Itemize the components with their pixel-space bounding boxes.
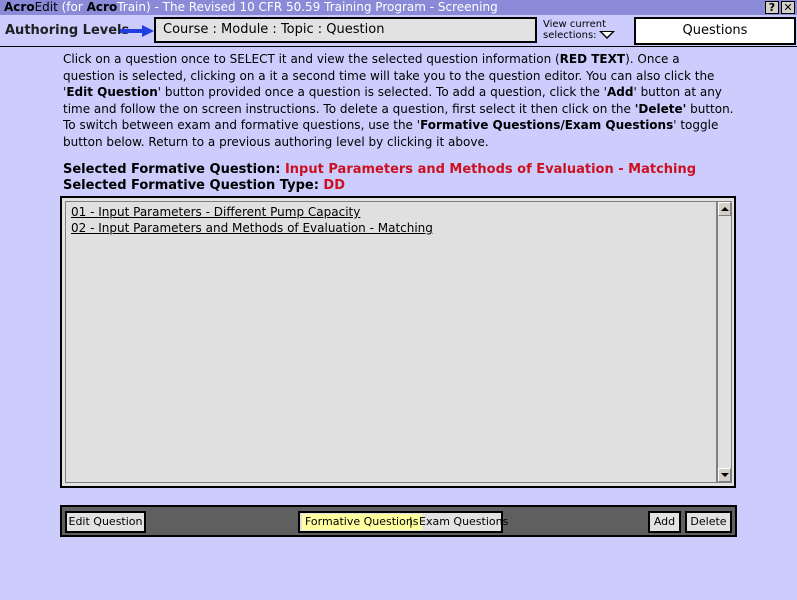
help-icon[interactable]: ? (765, 1, 779, 14)
app-for-open: (for (57, 0, 87, 14)
current-level-box: Questions (634, 17, 796, 45)
app-name-bold: Acro (4, 0, 35, 14)
product-name-rest: Train) (117, 0, 151, 14)
formative-questions-toggle[interactable]: Formative Questions (302, 514, 422, 530)
program-title: - The Revised 10 CFR 50.59 Training Prog… (150, 0, 498, 14)
view-current-selections[interactable]: View current selections: (543, 19, 615, 41)
authoring-levels-bar: Authoring Levels Course : Module : Topic… (0, 15, 797, 47)
toggle-separator: | (409, 515, 413, 528)
instructions-part1: Click on a question once to SELECT it an… (63, 52, 560, 66)
arrow-right-icon (120, 25, 154, 37)
authoring-levels-label: Authoring Levels (5, 23, 130, 38)
list-item[interactable]: 01 - Input Parameters - Different Pump C… (71, 205, 360, 219)
view-current-line2: selections: (543, 30, 597, 41)
questions-list: 01 - Input Parameters - Different Pump C… (65, 201, 717, 483)
breadcrumb[interactable]: Course : Module : Topic : Question (154, 17, 537, 43)
scroll-down-icon[interactable] (718, 468, 731, 482)
view-current-line1: View current (543, 19, 606, 30)
selected-question-value: Input Parameters and Methods of Evaluati… (284, 162, 697, 177)
instructions-delete: 'Delete' (634, 101, 687, 116)
app-name-rest: Edit (34, 0, 58, 14)
instructions-red-text: RED TEXT (559, 52, 626, 66)
instructions-text: Click on a question once to SELECT it an… (63, 51, 735, 150)
instructions-edit-question: Edit Question (66, 85, 158, 99)
scrollbar[interactable] (717, 201, 732, 483)
edit-question-button[interactable]: Edit Question (65, 511, 146, 533)
question-type-toggle[interactable]: Formative Questions | Exam Questions (298, 511, 508, 533)
instructions-part3: ' button provided once a question is sel… (157, 85, 607, 99)
exam-questions-toggle[interactable]: Exam Questions (419, 513, 508, 531)
triangle-down-icon[interactable] (598, 31, 615, 39)
questions-list-panel: 01 - Input Parameters - Different Pump C… (60, 196, 736, 488)
product-name-bold: Acro (86, 0, 118, 14)
bottom-toolbar: Edit Question Formative Questions | Exam… (60, 505, 737, 537)
delete-button[interactable]: Delete (685, 511, 732, 533)
instructions-add: Add (606, 85, 634, 99)
window-titlebar: AcroEdit (for AcroTrain) - The Revised 1… (0, 0, 797, 15)
add-button[interactable]: Add (648, 511, 681, 533)
list-item[interactable]: 02 - Input Parameters and Methods of Eva… (71, 221, 433, 235)
close-icon[interactable]: ✕ (781, 1, 795, 14)
selected-type-line: Selected Formative Question Type: DD (63, 178, 345, 193)
selected-question-line: Selected Formative Question: Input Param… (63, 162, 696, 177)
selected-type-label: Selected Formative Question Type: (63, 178, 324, 193)
instructions-toggle-name: Formative Questions/Exam Questions (420, 118, 674, 132)
selected-type-value: DD (323, 178, 346, 193)
scroll-up-icon[interactable] (718, 202, 731, 216)
selected-question-label: Selected Formative Question: (63, 162, 285, 177)
